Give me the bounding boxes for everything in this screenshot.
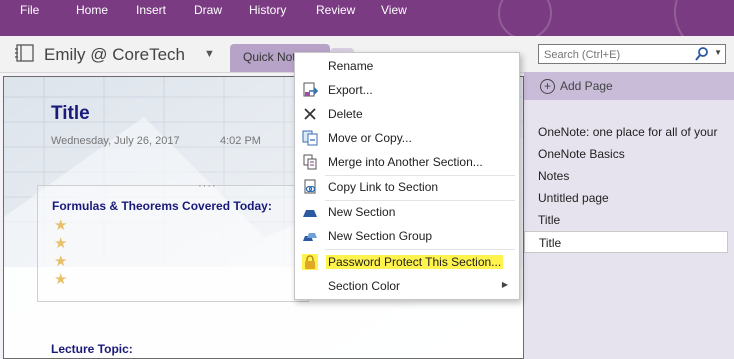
lock-icon (302, 254, 318, 270)
star-icon: ★ (54, 217, 68, 234)
page-list-item-selected[interactable]: Title (524, 231, 728, 253)
menu-item-label: New Section (328, 205, 396, 219)
menu-item-label: New Section Group (328, 229, 433, 243)
note-container-handle[interactable]: ···· (198, 180, 217, 192)
pages-pane: + Add Page OneNote: one place for all of… (524, 72, 734, 359)
lecture-topic-label[interactable]: Lecture Topic: (51, 342, 133, 356)
note-heading[interactable]: Formulas & Theorems Covered Today: (52, 199, 272, 213)
delete-icon (304, 108, 316, 120)
page-title[interactable]: Title (51, 103, 90, 125)
background-logo-icon (498, 0, 552, 40)
page-list-item[interactable]: Notes (524, 165, 728, 187)
add-icon: + (540, 79, 555, 94)
menu-item-password-protect[interactable]: Password Protect This Section... (295, 251, 519, 273)
page-list-item[interactable]: OneNote: one place for all of your (524, 121, 728, 143)
notebook-icon (15, 44, 34, 62)
section-context-menu: Rename Export... Delete Move or Copy... … (294, 52, 520, 300)
copy-link-icon (304, 179, 316, 194)
menu-item-rename[interactable]: Rename (295, 55, 519, 77)
menu-item-new-section-group[interactable]: New Section Group (295, 225, 519, 247)
page-list-item[interactable]: OneNote Basics (524, 143, 728, 165)
menu-item-label: Move or Copy... (328, 131, 412, 145)
menu-item-move-copy[interactable]: Move or Copy... (295, 127, 519, 149)
search-scope-dropdown-icon[interactable]: ▼ (714, 48, 722, 57)
page-time: 4:02 PM (220, 135, 261, 147)
menu-item-label: Copy Link to Section (328, 180, 439, 194)
menu-item-export[interactable]: Export... (295, 79, 519, 101)
new-section-group-icon (303, 233, 317, 241)
page-list-item[interactable]: Title (524, 209, 728, 231)
star-icon: ★ (54, 271, 68, 288)
menu-item-label: Rename (328, 59, 374, 73)
page-date: Wednesday, July 26, 2017 (51, 135, 180, 147)
add-page-button[interactable]: + Add Page (524, 72, 734, 100)
tab-review[interactable]: Review (316, 3, 355, 17)
tab-insert[interactable]: Insert (136, 3, 166, 17)
search-icon[interactable] (695, 46, 709, 62)
merge-icon (303, 154, 317, 170)
export-icon (303, 82, 318, 97)
tab-history[interactable]: History (249, 3, 286, 17)
new-section-icon (303, 210, 317, 217)
tab-home[interactable]: Home (76, 3, 108, 17)
menu-item-delete[interactable]: Delete (295, 103, 519, 125)
menu-item-label: Merge into Another Section... (328, 155, 483, 169)
menu-item-label: Section Color (328, 279, 401, 293)
notebook-name[interactable]: Emily @ CoreTech (44, 45, 185, 65)
search-box[interactable]: ▼ (538, 44, 726, 64)
menu-item-copy-link[interactable]: Copy Link to Section (295, 176, 519, 198)
menu-item-merge[interactable]: Merge into Another Section... (295, 151, 519, 173)
add-page-label: Add Page (560, 79, 613, 93)
menu-item-label: Export... (328, 83, 373, 97)
menu-item-label: Delete (328, 107, 363, 121)
tab-view[interactable]: View (381, 3, 407, 17)
submenu-arrow-icon: ▶ (501, 280, 508, 289)
menu-separator (325, 249, 515, 250)
tab-file[interactable]: File (20, 3, 39, 17)
menu-item-new-section[interactable]: New Section (295, 201, 519, 223)
menu-item-section-color[interactable]: Section Color ▶ (295, 275, 519, 297)
note-container[interactable]: ···· Formulas & Theorems Covered Today: … (37, 180, 309, 302)
star-icon: ★ (54, 235, 68, 252)
search-input[interactable] (542, 46, 696, 64)
page-list-item[interactable]: Untitled page (524, 187, 728, 209)
menu-item-label: Password Protect This Section... (326, 255, 504, 269)
ribbon-bar: File Home Insert Draw History Review Vie… (0, 0, 734, 54)
move-copy-icon (302, 130, 318, 146)
star-icon: ★ (54, 253, 68, 270)
notebook-dropdown-icon[interactable]: ▼ (204, 48, 215, 60)
tab-draw[interactable]: Draw (194, 3, 222, 17)
